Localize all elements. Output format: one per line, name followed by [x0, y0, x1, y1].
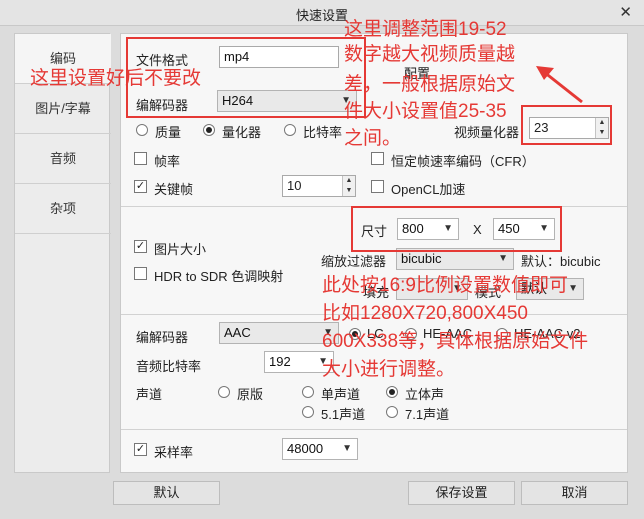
hdr-checkbox[interactable] [134, 267, 147, 280]
framerate-checkbox[interactable] [134, 152, 147, 165]
channel-original-label: 原版 [237, 387, 264, 402]
cancel-button[interactable]: 取消 [521, 481, 628, 505]
radio-channel-original[interactable] [218, 386, 230, 398]
annotation-quant-line: 件大小设置值25-35 [344, 101, 507, 122]
annotation-box-quantizer [521, 105, 612, 145]
picture-size-label: 图片大小 [154, 242, 207, 257]
samplerate-value: 48000 [287, 441, 324, 456]
keyframe-checkbox[interactable]: ✓ [134, 180, 147, 193]
radio-channel-mono[interactable] [302, 386, 314, 398]
keyframe-spinner[interactable]: 10 ▲ ▼ [282, 175, 356, 197]
chevron-down-icon: ▼ [568, 283, 578, 294]
window-title: 快速设置 [295, 8, 348, 23]
channel-label: 声道 [136, 387, 163, 402]
section-divider [121, 429, 627, 430]
hdr-label: HDR to SDR 色调映射 [154, 269, 284, 284]
annotation-size-line: 此处按16:9比例设置数值即可 [322, 275, 568, 296]
opencl-checkbox[interactable] [371, 180, 384, 193]
keyframe-value: 10 [287, 178, 302, 193]
annotation-size-line: 600X338等，具体根据原始文件 [322, 331, 589, 352]
annotation-left: 这里设置好后不要改 [30, 68, 202, 89]
chevron-down-icon: ▼ [342, 443, 352, 454]
title-bar: 快速设置 ✕ [0, 0, 644, 26]
radio-quality[interactable] [136, 124, 148, 136]
default-button[interactable]: 默认 [113, 481, 220, 505]
scale-default-label: 默认：bicubic [521, 254, 601, 269]
channel-51-label: 5.1声道 [321, 407, 366, 422]
channel-stereo-label: 立体声 [405, 387, 445, 402]
keyframe-label: 关键帧 [154, 182, 194, 197]
spin-buttons[interactable]: ▲ ▼ [342, 176, 355, 196]
audio-codec-select[interactable]: AAC ▼ [219, 322, 339, 344]
channel-71-label: 7.1声道 [405, 407, 450, 422]
annotation-quant-line: 数字越大视频质量越 [344, 44, 516, 65]
annotation-quant-line: 之间。 [344, 128, 402, 149]
radio-channel-71[interactable] [386, 406, 398, 418]
opencl-label: OpenCL加速 [391, 182, 466, 197]
scale-filter-label: 缩放过滤器 [321, 254, 387, 269]
radio-bitrate[interactable] [284, 124, 296, 136]
channel-mono-label: 单声道 [321, 387, 361, 402]
audio-bitrate-label: 音频比特率 [136, 359, 202, 374]
framerate-label: 帧率 [154, 154, 181, 169]
cfr-label: 恒定帧速率编码（CFR） [391, 154, 535, 169]
radio-quantizer[interactable] [203, 124, 215, 136]
close-icon[interactable]: ✕ [619, 3, 632, 21]
sidebar-item-picture[interactable]: 图片/字幕 [15, 84, 111, 134]
annotation-size-line: 比如1280X720,800X450 [322, 303, 528, 324]
sidebar-item-misc[interactable]: 杂项 [15, 184, 111, 234]
picture-size-checkbox[interactable]: ✓ [134, 240, 147, 253]
annotation-box-size [351, 206, 562, 252]
annotation-arrow-icon [536, 66, 583, 104]
samplerate-select[interactable]: 48000 ▼ [282, 438, 358, 460]
annotation-size-line: 大小进行调整。 [322, 359, 456, 380]
sidebar-item-audio[interactable]: 音频 [15, 134, 111, 184]
radio-quality-label: 质量 [155, 125, 182, 140]
samplerate-checkbox[interactable]: ✓ [134, 443, 147, 456]
scale-filter-value: bicubic [401, 251, 442, 266]
sidebar: 编码 图片/字幕 音频 杂项 [14, 33, 111, 473]
cfr-checkbox[interactable] [371, 152, 384, 165]
radio-channel-stereo[interactable] [386, 386, 398, 398]
radio-quantizer-label: 量化器 [222, 125, 262, 140]
radio-bitrate-label: 比特率 [303, 125, 343, 140]
radio-channel-51[interactable] [302, 406, 314, 418]
quantizer-label: 视频量化器 [454, 125, 520, 140]
annotation-quant-line: 差，一般根据原始文 [344, 74, 516, 95]
save-button[interactable]: 保存设置 [408, 481, 515, 505]
samplerate-label: 采样率 [154, 445, 194, 460]
audio-bitrate-value: 192 [269, 354, 291, 369]
audio-codec-label: 编解码器 [136, 330, 189, 345]
annotation-quant-line: 这里调整范围19-52 [344, 19, 507, 40]
audio-codec-value: AAC [224, 325, 251, 340]
chevron-down-icon: ▼ [498, 253, 508, 264]
